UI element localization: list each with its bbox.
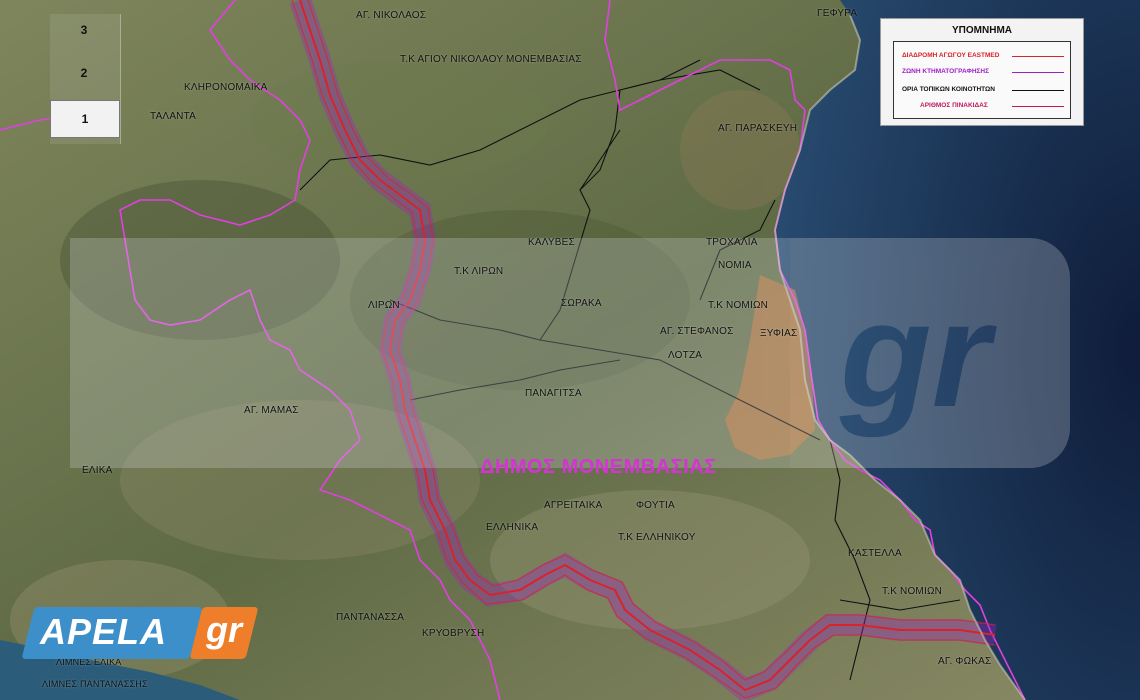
place-label: ΚΡΥΟΒΡΥΣΗ	[422, 628, 485, 639]
place-label: ΛΙΜΝΕΣ ΠΑΝΤΑΝΑΣΣΗΣ	[42, 679, 148, 689]
place-label: ΚΑΣΤΕΛΛΑ	[848, 548, 902, 559]
map-canvas[interactable]: gr ΑΓ. ΝΙΚΟΛΑΟΣ ΓΕΦΥΡΑ Τ.Κ ΑΓΙΟΥ ΝΙΚΟΛΑΟ…	[0, 0, 1140, 700]
place-label: ΠΑΝΤΑΝΑΣΣΑ	[336, 612, 405, 623]
place-label: Τ.Κ ΝΟΜΙΩΝ	[882, 586, 943, 597]
place-label: ΑΓ. ΠΑΡΑΣΚΕΥΗ	[718, 123, 798, 134]
place-label: ΑΓ. ΝΙΚΟΛΑΟΣ	[356, 10, 427, 21]
place-label: Τ.Κ ΝΟΜΙΩΝ	[708, 300, 769, 311]
legend-swatch-pipeline	[1012, 56, 1064, 57]
place-label: ΠΑΝΑΓΙΤΣΑ	[525, 388, 582, 399]
place-label: ΤΑΛΑΝΤΑ	[150, 111, 197, 122]
logo-suffix-text: gr	[206, 609, 242, 650]
apela-logo: APELA gr	[21, 603, 259, 663]
place-label: ΑΓ. ΣΤΕΦΑΝΟΣ	[660, 326, 734, 337]
place-label: ΚΛΗΡΟΝΟΜΑΙΚΑ	[184, 82, 268, 93]
place-label: ΓΕΦΥΡΑ	[817, 8, 858, 19]
legend-swatch-sign-number	[1012, 106, 1064, 107]
zoom-level-2-button[interactable]: 2	[50, 65, 118, 81]
place-label: ΛΙΡΩΝ	[368, 300, 400, 311]
place-label: ΤΡΟΧΑΛΙΑ	[706, 237, 758, 248]
legend-label-boundaries: ΟΡΙΑ ΤΟΠΙΚΩΝ ΚΟΙΝΟΤΗΤΩΝ	[902, 86, 995, 93]
legend-label-pipeline: ΔΙΑΔΡΟΜΗ ΑΓΩΓΟΥ EASTMED	[902, 52, 1000, 59]
place-label: Τ.Κ ΑΓΙΟΥ ΝΙΚΟΛΑΟΥ ΜΟΝΕΜΒΑΣΙΑΣ	[400, 54, 582, 65]
municipality-label: ΔΗΜΟΣ ΜΟΝΕΜΒΑΣΙΑΣ	[480, 456, 717, 478]
legend-title: ΥΠΟΜΝΗΜΑ	[952, 25, 1012, 36]
legend: ΥΠΟΜΝΗΜΑ ΔΙΑΔΡΟΜΗ ΑΓΩΓΟΥ EASTMED ΖΩΝΗ ΚΤ…	[880, 18, 1084, 126]
legend-swatch-boundaries	[1012, 90, 1064, 91]
place-label: ΑΓ. ΜΑΜΑΣ	[244, 405, 299, 416]
logo-brand-text: APELA	[40, 611, 168, 652]
legend-label-zone: ΖΩΝΗ ΚΤΗΜΑΤΟΓΡΑΦΗΣΗΣ	[902, 68, 990, 75]
place-label: ΕΛΙΚΑ	[82, 465, 113, 476]
zoom-level-1-button[interactable]: 1	[50, 100, 120, 138]
legend-label-sign-number: ΑΡΙΘΜΟΣ ΠΙΝΑΚΙΔΑΣ	[920, 102, 988, 109]
place-label: ΕΛΛΗΝΙΚΑ	[486, 522, 539, 533]
watermark-big-text: gr	[840, 270, 990, 438]
place-label: ΣΩΡΑΚΑ	[561, 298, 602, 309]
place-label: ΛΟΤΖΑ	[668, 350, 703, 361]
place-label: Τ.Κ ΛΙΡΩΝ	[454, 266, 504, 277]
place-label: ΦΟΥΤΙΑ	[636, 500, 675, 511]
place-label: ΚΑΛΥΒΕΣ	[528, 237, 575, 248]
place-label: ΑΓ. ΦΩΚΑΣ	[938, 656, 992, 667]
place-label: Τ.Κ ΕΛΛΗΝΙΚΟΥ	[618, 532, 696, 543]
place-label: ΑΓΡΕΙΤΑΙΚΑ	[544, 500, 603, 511]
watermark-overlay: gr	[70, 238, 1070, 468]
place-label: ΝΟΜΙΑ	[718, 260, 752, 271]
legend-box: ΔΙΑΔΡΟΜΗ ΑΓΩΓΟΥ EASTMED ΖΩΝΗ ΚΤΗΜΑΤΟΓΡΑΦ…	[893, 41, 1071, 119]
place-label: ΞΥΦΙΑΣ	[760, 328, 798, 339]
legend-swatch-zone	[1012, 72, 1064, 73]
zoom-level-3-button[interactable]: 3	[50, 22, 118, 38]
